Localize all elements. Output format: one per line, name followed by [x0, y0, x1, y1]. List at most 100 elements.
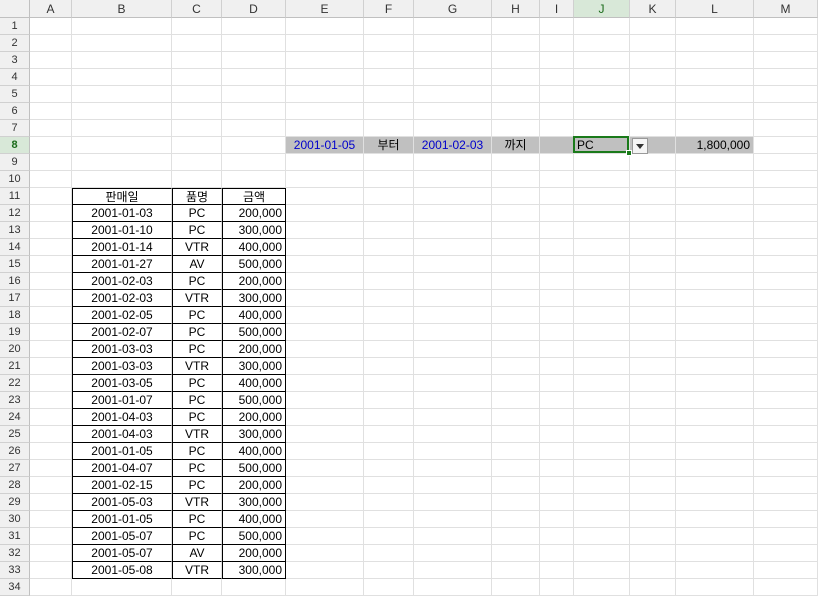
- cell-L28[interactable]: [676, 477, 754, 494]
- row-header-28[interactable]: 28: [0, 477, 30, 494]
- cell-J22[interactable]: [574, 375, 630, 392]
- cell-C32[interactable]: AV: [172, 545, 222, 562]
- cell-M34[interactable]: [754, 579, 818, 596]
- row-header-22[interactable]: 22: [0, 375, 30, 392]
- cell-H9[interactable]: [492, 154, 540, 171]
- cell-M18[interactable]: [754, 307, 818, 324]
- cell-G18[interactable]: [414, 307, 492, 324]
- row-header-21[interactable]: 21: [0, 358, 30, 375]
- cell-B10[interactable]: [72, 171, 172, 188]
- row-header-6[interactable]: 6: [0, 103, 30, 120]
- cell-M22[interactable]: [754, 375, 818, 392]
- cell-E29[interactable]: [286, 494, 364, 511]
- column-header-M[interactable]: M: [754, 0, 818, 18]
- cell-J30[interactable]: [574, 511, 630, 528]
- cell-M9[interactable]: [754, 154, 818, 171]
- cell-L15[interactable]: [676, 256, 754, 273]
- cell-L12[interactable]: [676, 205, 754, 222]
- cell-I11[interactable]: [540, 188, 574, 205]
- cell-C20[interactable]: PC: [172, 341, 222, 358]
- cell-I4[interactable]: [540, 69, 574, 86]
- row-header-34[interactable]: 34: [0, 579, 30, 596]
- row-header-25[interactable]: 25: [0, 426, 30, 443]
- row-header-9[interactable]: 9: [0, 154, 30, 171]
- cell-G8[interactable]: 2001-02-03: [414, 137, 492, 154]
- cell-C31[interactable]: PC: [172, 528, 222, 545]
- cell-I21[interactable]: [540, 358, 574, 375]
- cell-B26[interactable]: 2001-01-05: [72, 443, 172, 460]
- cell-J29[interactable]: [574, 494, 630, 511]
- cell-F18[interactable]: [364, 307, 414, 324]
- cell-A22[interactable]: [30, 375, 72, 392]
- cell-C9[interactable]: [172, 154, 222, 171]
- cell-J19[interactable]: [574, 324, 630, 341]
- cell-J14[interactable]: [574, 239, 630, 256]
- cell-B9[interactable]: [72, 154, 172, 171]
- cell-B6[interactable]: [72, 103, 172, 120]
- row-header-18[interactable]: 18: [0, 307, 30, 324]
- cell-I19[interactable]: [540, 324, 574, 341]
- cell-K1[interactable]: [630, 18, 676, 35]
- cell-K7[interactable]: [630, 120, 676, 137]
- cell-C33[interactable]: VTR: [172, 562, 222, 579]
- cell-I29[interactable]: [540, 494, 574, 511]
- cell-F15[interactable]: [364, 256, 414, 273]
- cell-K15[interactable]: [630, 256, 676, 273]
- column-header-E[interactable]: E: [286, 0, 364, 18]
- cell-K16[interactable]: [630, 273, 676, 290]
- cell-D32[interactable]: 200,000: [222, 545, 286, 562]
- cell-H17[interactable]: [492, 290, 540, 307]
- cell-I34[interactable]: [540, 579, 574, 596]
- cell-L5[interactable]: [676, 86, 754, 103]
- cell-D24[interactable]: 200,000: [222, 409, 286, 426]
- column-header-G[interactable]: G: [414, 0, 492, 18]
- cell-G33[interactable]: [414, 562, 492, 579]
- cell-L4[interactable]: [676, 69, 754, 86]
- cell-D17[interactable]: 300,000: [222, 290, 286, 307]
- cell-B2[interactable]: [72, 35, 172, 52]
- cell-G27[interactable]: [414, 460, 492, 477]
- cell-C34[interactable]: [172, 579, 222, 596]
- cell-L33[interactable]: [676, 562, 754, 579]
- cell-H16[interactable]: [492, 273, 540, 290]
- cell-J28[interactable]: [574, 477, 630, 494]
- cell-A3[interactable]: [30, 52, 72, 69]
- cell-D30[interactable]: 400,000: [222, 511, 286, 528]
- cell-K23[interactable]: [630, 392, 676, 409]
- cell-H5[interactable]: [492, 86, 540, 103]
- cell-F17[interactable]: [364, 290, 414, 307]
- cell-J13[interactable]: [574, 222, 630, 239]
- cell-B24[interactable]: 2001-04-03: [72, 409, 172, 426]
- cell-A14[interactable]: [30, 239, 72, 256]
- cell-G15[interactable]: [414, 256, 492, 273]
- cell-I28[interactable]: [540, 477, 574, 494]
- cell-J5[interactable]: [574, 86, 630, 103]
- cell-G17[interactable]: [414, 290, 492, 307]
- data-validation-dropdown-button[interactable]: [632, 138, 648, 154]
- cell-I17[interactable]: [540, 290, 574, 307]
- cell-E21[interactable]: [286, 358, 364, 375]
- cell-M33[interactable]: [754, 562, 818, 579]
- cell-I24[interactable]: [540, 409, 574, 426]
- cell-B5[interactable]: [72, 86, 172, 103]
- cell-J12[interactable]: [574, 205, 630, 222]
- cell-E32[interactable]: [286, 545, 364, 562]
- cell-L11[interactable]: [676, 188, 754, 205]
- cell-A5[interactable]: [30, 86, 72, 103]
- cell-J17[interactable]: [574, 290, 630, 307]
- cell-F33[interactable]: [364, 562, 414, 579]
- cell-E15[interactable]: [286, 256, 364, 273]
- cell-A6[interactable]: [30, 103, 72, 120]
- row-header-24[interactable]: 24: [0, 409, 30, 426]
- cell-K22[interactable]: [630, 375, 676, 392]
- cell-G10[interactable]: [414, 171, 492, 188]
- cell-J10[interactable]: [574, 171, 630, 188]
- cell-A31[interactable]: [30, 528, 72, 545]
- cell-A9[interactable]: [30, 154, 72, 171]
- cell-G21[interactable]: [414, 358, 492, 375]
- cell-L32[interactable]: [676, 545, 754, 562]
- cell-M2[interactable]: [754, 35, 818, 52]
- cell-H15[interactable]: [492, 256, 540, 273]
- cell-G28[interactable]: [414, 477, 492, 494]
- cell-A27[interactable]: [30, 460, 72, 477]
